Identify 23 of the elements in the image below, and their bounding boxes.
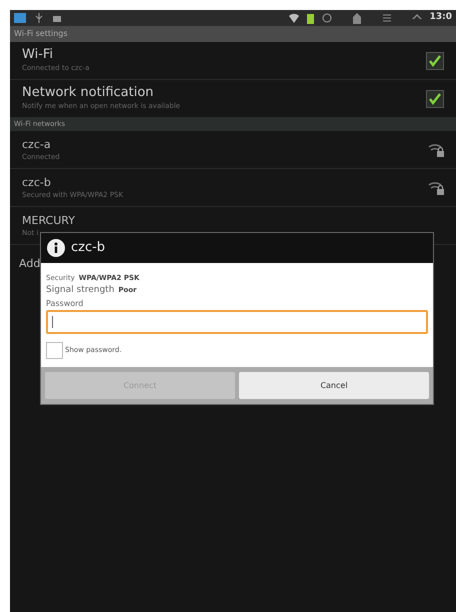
home-icon[interactable] xyxy=(352,12,362,24)
signal-label: Signal strength xyxy=(46,284,114,296)
cancel-button[interactable]: Cancel xyxy=(239,372,429,399)
network-name: MERCURY xyxy=(22,212,76,228)
header-title: Wi-Fi settings xyxy=(14,28,68,40)
wifi-icon xyxy=(288,13,299,23)
wifi-lock-icon xyxy=(428,142,444,158)
password-label: Password xyxy=(46,298,84,310)
password-field[interactable] xyxy=(46,310,428,334)
setting-title: Wi-Fi xyxy=(22,47,54,64)
checkbox[interactable] xyxy=(46,342,63,359)
network-name: czc-b xyxy=(22,174,52,190)
menu-icon[interactable] xyxy=(382,13,392,23)
info-icon xyxy=(47,239,65,257)
usb-icon xyxy=(34,13,44,23)
app-icon xyxy=(14,13,26,23)
wifi-lock-icon xyxy=(428,180,444,196)
setting-title: Network notification xyxy=(22,85,155,102)
battery-icon xyxy=(306,12,314,24)
clock-time: 13:0 xyxy=(430,11,452,24)
network-name: czc-a xyxy=(22,136,52,152)
checkbox[interactable] xyxy=(426,52,444,70)
checkbox[interactable] xyxy=(426,90,444,108)
